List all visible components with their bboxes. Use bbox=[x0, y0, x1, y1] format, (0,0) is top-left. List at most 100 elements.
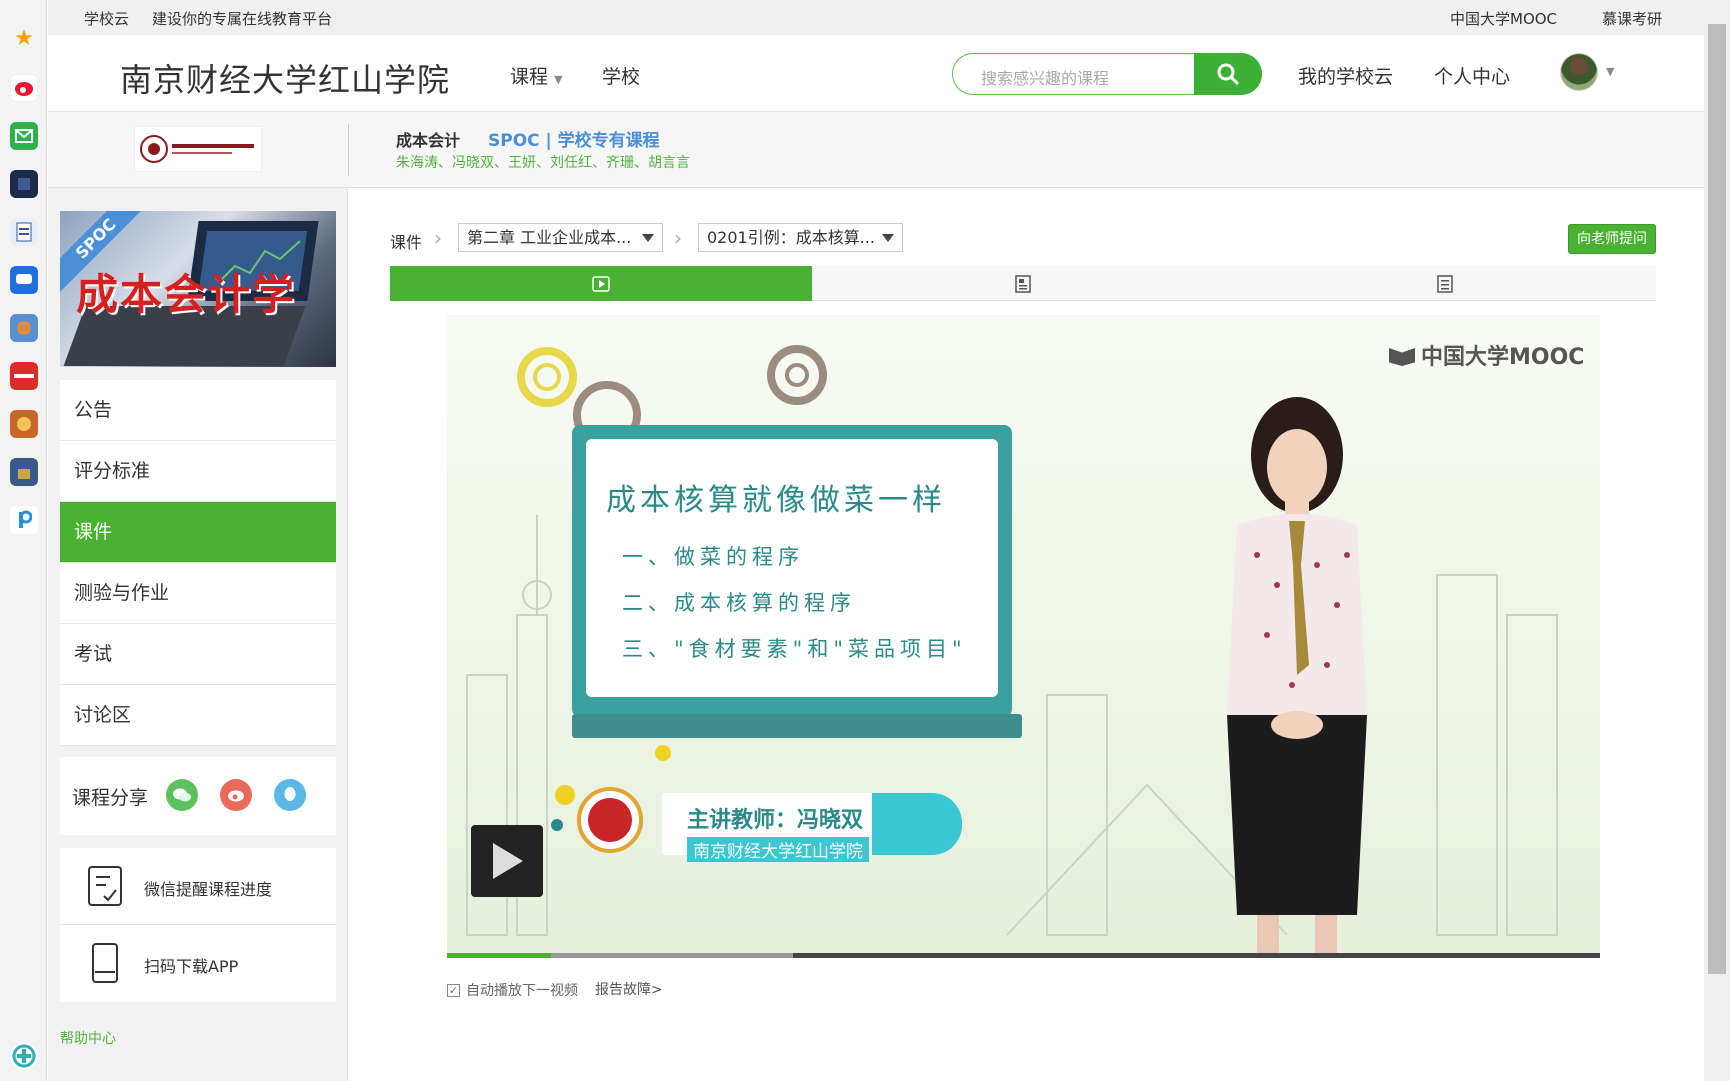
autoplay-label: 自动播放下一视频 bbox=[466, 983, 578, 999]
avatar-dropdown-icon[interactable]: ▼ bbox=[1606, 65, 1614, 78]
document-icon bbox=[1015, 274, 1031, 293]
ask-teacher-button[interactable]: 向老师提问 bbox=[1568, 224, 1656, 254]
spoc-label: SPOC | 学校专有课程 bbox=[488, 131, 660, 151]
autoplay-checkbox[interactable]: ✓ bbox=[447, 983, 460, 997]
scrollbar-thumb[interactable] bbox=[1708, 24, 1726, 974]
course-info-bar: 成本会计 SPOC | 学校专有课程 朱海涛、冯晓双、王妍、刘任红、齐珊、胡言言 bbox=[48, 112, 1704, 188]
nav-course[interactable]: 课程 ▼ bbox=[510, 62, 563, 89]
slogan: 建设你的专属在线教育平台 bbox=[152, 10, 333, 28]
qq-share-icon[interactable] bbox=[274, 779, 306, 811]
school-logo-image bbox=[140, 135, 254, 163]
slide-line-3: 三、"食材要素"和"菜品项目" bbox=[622, 637, 967, 661]
menu-item-grading[interactable]: 评分标准 bbox=[60, 441, 336, 502]
course-name: 成本会计 bbox=[396, 131, 461, 150]
divider bbox=[348, 124, 349, 176]
book-icon bbox=[1389, 348, 1415, 366]
breadcrumb-root[interactable]: 课件 bbox=[390, 229, 422, 253]
app-icon-p[interactable] bbox=[10, 506, 38, 534]
play-button[interactable] bbox=[471, 825, 543, 897]
game-icon-2[interactable] bbox=[10, 410, 38, 438]
lecturer-school: 南京财经大学红山学院 bbox=[687, 837, 869, 862]
avatar[interactable] bbox=[1560, 53, 1598, 91]
slide-board: 成本核算就像做菜一样 一、做菜的程序 二、成本核算的程序 三、"食材要素"和"菜… bbox=[572, 425, 1012, 717]
kaoyan-link[interactable]: 慕课考研 bbox=[1602, 8, 1662, 29]
brand-link[interactable]: 学校云 bbox=[84, 8, 129, 29]
wechat-remind-label: 微信提醒课程进度 bbox=[144, 880, 273, 899]
search-button[interactable] bbox=[1194, 53, 1262, 95]
search-icon bbox=[1217, 63, 1240, 86]
weibo-share-icon[interactable] bbox=[220, 779, 252, 811]
course-menu: 公告 评分标准 课件 测验与作业 考试 讨论区 bbox=[60, 380, 336, 746]
checklist-icon bbox=[88, 866, 122, 906]
tab-notes[interactable] bbox=[1234, 266, 1656, 301]
download-app-item[interactable]: 扫码下载APP bbox=[60, 925, 336, 1002]
mooc-link[interactable]: 中国大学MOOC bbox=[1450, 8, 1557, 29]
school-seal bbox=[577, 787, 643, 853]
share-panel: 课程分享 bbox=[60, 757, 336, 835]
page-scrollbar[interactable] bbox=[1704, 0, 1730, 1081]
chevron-down-icon: ▼ bbox=[554, 73, 563, 86]
word-doc-icon[interactable] bbox=[10, 218, 38, 246]
tools-panel: 微信提醒课程进度 扫码下载APP bbox=[60, 848, 336, 1002]
chat-icon[interactable] bbox=[10, 266, 38, 294]
phone-icon bbox=[92, 943, 118, 983]
slide-line-2: 二、成本核算的程序 bbox=[622, 591, 856, 615]
app-icon-qa[interactable] bbox=[10, 170, 38, 198]
video-progress-bar[interactable] bbox=[447, 953, 1600, 958]
lecturer-name: 主讲教师：冯晓双 bbox=[687, 808, 864, 833]
mooc-watermark-text: 中国大学MOOC bbox=[1421, 345, 1585, 370]
search-input[interactable]: 搜索感兴趣的课程 bbox=[981, 65, 1109, 89]
report-issue-link[interactable]: 报告故障> bbox=[595, 979, 663, 999]
game-icon-3[interactable] bbox=[10, 458, 38, 486]
chevron-right-icon: › bbox=[674, 226, 682, 250]
app-icon-red[interactable] bbox=[10, 362, 38, 390]
download-app-label: 扫码下载APP bbox=[144, 957, 239, 976]
header: 南京财经大学红山学院 课程 ▼ 学校 搜索感兴趣的课程 我的学校云 个人中心 ▼ bbox=[48, 35, 1704, 112]
nav-school[interactable]: 学校 bbox=[602, 62, 640, 89]
menu-item-quiz[interactable]: 测验与作业 bbox=[60, 563, 336, 624]
chapter-select[interactable]: 第二章 工业企业成本... bbox=[458, 223, 663, 252]
autoplay-toggle[interactable]: ✓ 自动播放下一视频 bbox=[447, 980, 578, 1000]
school-title[interactable]: 南京财经大学红山学院 bbox=[120, 55, 450, 101]
top-strip: 学校云 建设你的专属在线教育平台 中国大学MOOC 慕课考研 bbox=[48, 0, 1704, 35]
wechat-share-icon[interactable] bbox=[166, 779, 198, 811]
mail-icon[interactable] bbox=[10, 122, 38, 150]
play-icon bbox=[493, 843, 523, 879]
mooc-watermark: 中国大学MOOC bbox=[1389, 339, 1584, 371]
notes-icon bbox=[1437, 274, 1453, 293]
slide-title: 成本核算就像做菜一样 bbox=[606, 483, 946, 518]
school-logo bbox=[134, 126, 262, 172]
tab-video[interactable] bbox=[390, 266, 812, 301]
wechat-remind-item[interactable]: 微信提醒课程进度 bbox=[60, 848, 336, 925]
favorites-icon[interactable]: ★ bbox=[10, 24, 38, 52]
video-player[interactable]: 中国大学MOOC 成本核算就像做菜一样 一、做菜的程序 二、成本核算的程序 三、… bbox=[447, 315, 1600, 958]
slide-line-1: 一、做菜的程序 bbox=[622, 545, 804, 569]
presenter-figure bbox=[1227, 397, 1367, 958]
cover-title: 成本会计学 bbox=[76, 270, 297, 319]
lesson-select[interactable]: 0201引例：成本核算... bbox=[698, 223, 903, 252]
weibo-icon[interactable] bbox=[10, 74, 38, 102]
content-tabs bbox=[390, 266, 1656, 301]
nav-course-label: 课程 bbox=[510, 66, 549, 88]
course-cover: SPOC 成本会计学 bbox=[60, 211, 336, 367]
search-box: 搜索感兴趣的课程 bbox=[952, 53, 1262, 95]
share-label: 课程分享 bbox=[72, 787, 149, 809]
menu-item-discussion[interactable]: 讨论区 bbox=[60, 685, 336, 746]
main-content: 课件 › 第二章 工业企业成本... › 0201引例：成本核算... 向老师提… bbox=[348, 188, 1704, 1081]
help-center-link[interactable]: 帮助中心 bbox=[60, 1028, 116, 1048]
menu-item-exam[interactable]: 考试 bbox=[60, 624, 336, 685]
teacher-list: 朱海涛、冯晓双、王妍、刘任红、齐珊、胡言言 bbox=[396, 155, 690, 171]
menu-item-courseware[interactable]: 课件 bbox=[60, 502, 336, 563]
app-dock: ★ bbox=[0, 0, 47, 1081]
chevron-right-icon: › bbox=[434, 226, 442, 250]
menu-item-announcement[interactable]: 公告 bbox=[60, 380, 336, 441]
game-icon-1[interactable] bbox=[10, 314, 38, 342]
personal-center-link[interactable]: 个人中心 bbox=[1434, 62, 1510, 89]
add-app-icon[interactable] bbox=[10, 1042, 38, 1070]
video-icon bbox=[592, 275, 610, 292]
slide-board-inner: 成本核算就像做菜一样 一、做菜的程序 二、成本核算的程序 三、"食材要素"和"菜… bbox=[586, 439, 998, 697]
course-sidebar: SPOC 成本会计学 公告 评分标准 课件 测验与作业 考试 讨论区 课程分享 … bbox=[48, 188, 348, 1081]
tab-document[interactable] bbox=[812, 266, 1234, 301]
my-school-cloud-link[interactable]: 我的学校云 bbox=[1298, 62, 1393, 89]
progress-played bbox=[447, 953, 551, 958]
